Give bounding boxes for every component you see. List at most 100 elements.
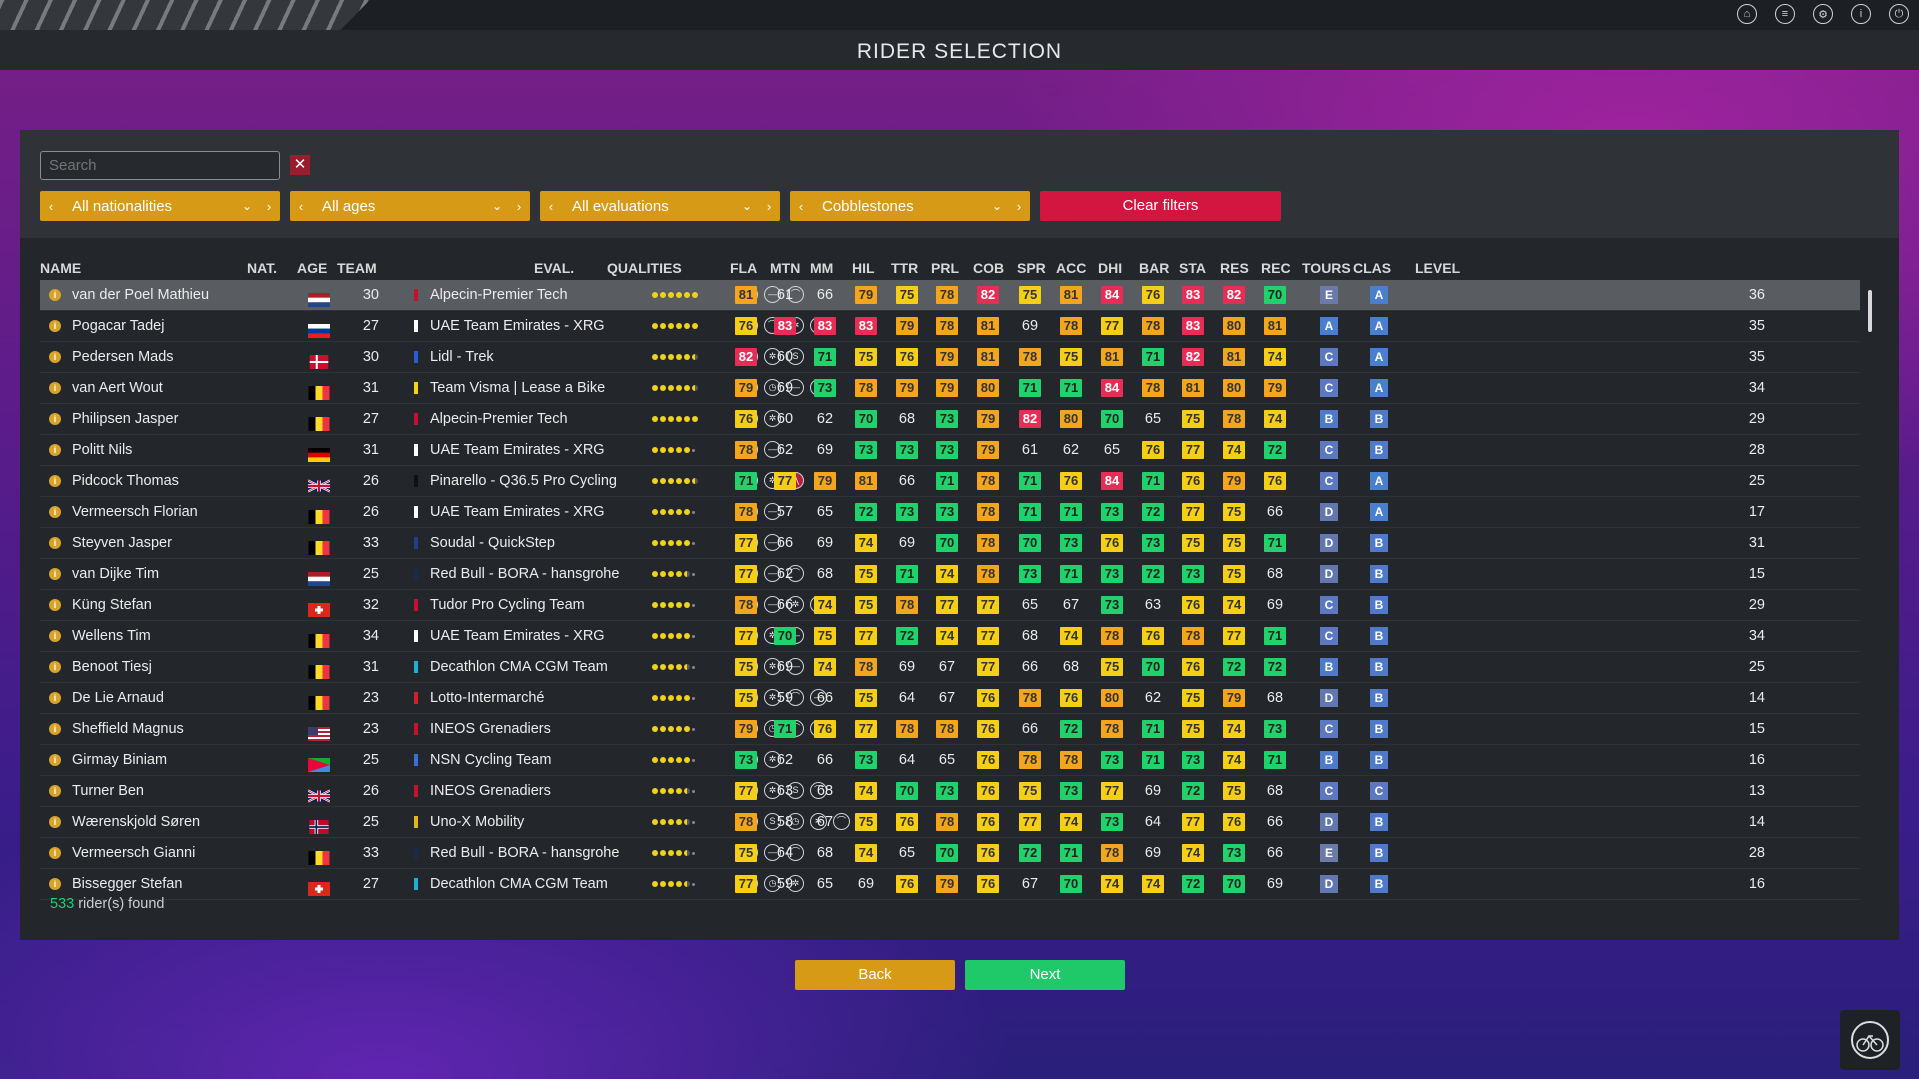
table-row[interactable]: iSteyven Jasper33Soudal - QuickStep✲—776… bbox=[40, 528, 1860, 559]
table-row[interactable]: iPedersen Mads30Lidl - Trek—✲S8260717576… bbox=[40, 342, 1860, 373]
column-header-ttr[interactable]: TTR bbox=[891, 260, 918, 276]
info-icon[interactable]: i bbox=[49, 444, 61, 456]
nationality-dropdown[interactable]: ‹ All nationalities ⌄ › bbox=[40, 191, 280, 221]
evaluation-dropdown[interactable]: ‹ All evaluations ⌄ › bbox=[540, 191, 780, 221]
table-row[interactable]: iPogacar Tadej27UAE Team Emirates - XRG⋀… bbox=[40, 311, 1860, 342]
info-icon[interactable]: i bbox=[49, 413, 61, 425]
info-icon[interactable]: i bbox=[49, 754, 61, 766]
table-row[interactable]: iWellens Tim34UAE Team Emirates - XRG⌒✲—… bbox=[40, 621, 1860, 652]
column-header-tours[interactable]: TOURS bbox=[1302, 260, 1351, 276]
stat-res: 75 bbox=[1223, 782, 1245, 800]
column-header-spr[interactable]: SPR bbox=[1017, 260, 1046, 276]
table-row[interactable]: iDe Lie Arnaud23Lotto-IntermarchéS✲⌒—755… bbox=[40, 683, 1860, 714]
column-header-fla[interactable]: FLA bbox=[730, 260, 757, 276]
eval-dot bbox=[660, 385, 666, 391]
info-icon[interactable]: i bbox=[49, 475, 61, 487]
column-header-acc[interactable]: ACC bbox=[1056, 260, 1086, 276]
table-row[interactable]: iPhilipsen Jasper27Alpecin-Premier TechS… bbox=[40, 404, 1860, 435]
table-row[interactable]: iTurner Ben26INEOS Grenadiers—✲S⌒7763687… bbox=[40, 776, 1860, 807]
table-row[interactable]: iPolitt Nils31UAE Team Emirates - XRG✲—7… bbox=[40, 435, 1860, 466]
column-header-name[interactable]: NAME bbox=[40, 260, 81, 276]
back-button[interactable]: Back bbox=[795, 960, 955, 990]
info-icon[interactable]: i bbox=[49, 847, 61, 859]
stat-sta: 83 bbox=[1182, 317, 1204, 335]
next-arrow-icon[interactable]: › bbox=[1008, 199, 1030, 214]
info-icon[interactable]: i bbox=[49, 320, 61, 332]
info-icon[interactable]: i bbox=[49, 661, 61, 673]
table-row[interactable]: i Vermeersch Florian 26 UAE Team Emirates -… bbox=[40, 497, 1860, 528]
table-row[interactable]: i Bissegger Stefan 27 Decathlon CMA CGM Tea… bbox=[40, 869, 1860, 900]
column-header-res[interactable]: RES bbox=[1220, 260, 1249, 276]
table-row[interactable]: iGirmay Biniam25NSN Cycling TeamS✲736266… bbox=[40, 745, 1860, 776]
table-row[interactable]: i van der Poel Mathieu 30 Alpecin-Premier T… bbox=[40, 280, 1860, 311]
column-header-qualities[interactable]: QUALITIES bbox=[607, 260, 682, 276]
next-arrow-icon[interactable]: › bbox=[758, 199, 780, 214]
settings-icon[interactable]: ⚙ bbox=[1813, 4, 1833, 24]
column-header-sta[interactable]: STA bbox=[1179, 260, 1206, 276]
home-icon[interactable]: ⌂ bbox=[1737, 4, 1757, 24]
info-icon[interactable]: i bbox=[49, 568, 61, 580]
menu-icon[interactable]: ≡ bbox=[1775, 4, 1795, 24]
rider-age: 33 bbox=[362, 535, 379, 551]
power-icon[interactable]: ⏻ bbox=[1889, 4, 1909, 24]
prev-arrow-icon[interactable]: ‹ bbox=[290, 199, 312, 214]
column-header-rec[interactable]: REC bbox=[1261, 260, 1291, 276]
info-icon[interactable]: i bbox=[49, 816, 61, 828]
next-arrow-icon[interactable]: › bbox=[258, 199, 280, 214]
info-icon[interactable]: i bbox=[49, 537, 61, 549]
table-row[interactable]: iWærenskjold Søren25Uno-X Mobility—S◷✲⌒7… bbox=[40, 807, 1860, 838]
stat-mtn: 62 bbox=[776, 566, 794, 582]
table-row[interactable]: iSheffield Magnus23INEOS Grenadiers—◷⌒✲7… bbox=[40, 714, 1860, 745]
age-dropdown[interactable]: ‹ All ages ⌄ › bbox=[290, 191, 530, 221]
scrollbar[interactable] bbox=[1867, 280, 1873, 870]
search-input[interactable] bbox=[40, 151, 280, 180]
clear-filters-button[interactable]: Clear filters bbox=[1040, 191, 1281, 221]
info-icon[interactable]: i bbox=[49, 506, 61, 518]
info-icon[interactable]: i bbox=[49, 599, 61, 611]
column-header-eval[interactable]: EVAL. bbox=[534, 260, 574, 276]
column-header-cob[interactable]: COB bbox=[973, 260, 1004, 276]
table-row[interactable]: i van Dijke Tim 25 Red Bull - BORA - hansgr… bbox=[40, 559, 1860, 590]
info-icon[interactable]: i bbox=[49, 878, 61, 890]
column-header-clas[interactable]: CLAS bbox=[1353, 260, 1391, 276]
stat-rec: 73 bbox=[1264, 720, 1286, 738]
column-header-hil[interactable]: HIL bbox=[852, 260, 875, 276]
column-header-team[interactable]: TEAM bbox=[337, 260, 377, 276]
table-header: NAME NAT. AGE TEAM EVAL. QUALITIES FLA MTN MM HIL… bbox=[40, 252, 1860, 280]
column-header-mm[interactable]: MM bbox=[810, 260, 833, 276]
clear-search-button[interactable]: ✕ bbox=[290, 155, 310, 175]
info-icon[interactable]: i bbox=[49, 785, 61, 797]
info-icon[interactable]: i bbox=[49, 692, 61, 704]
eval-dot bbox=[684, 633, 690, 639]
prev-arrow-icon[interactable]: ‹ bbox=[540, 199, 562, 214]
info-icon[interactable]: i bbox=[49, 351, 61, 363]
column-header-mtn[interactable]: MTN bbox=[770, 260, 800, 276]
column-header-prl[interactable]: PRL bbox=[931, 260, 959, 276]
next-button[interactable]: Next bbox=[965, 960, 1125, 990]
type-dropdown[interactable]: ‹ Cobblestones ⌄ › bbox=[790, 191, 1030, 221]
table-row[interactable]: iKüng Stefan32Tudor Pro Cycling Team◷—✲⌒… bbox=[40, 590, 1860, 621]
column-header-nat[interactable]: NAT. bbox=[247, 260, 277, 276]
prev-arrow-icon[interactable]: ‹ bbox=[40, 199, 62, 214]
info-icon[interactable]: i bbox=[49, 723, 61, 735]
table-row[interactable]: i Pidcock Thomas 26 Pinarello - Q36.5 Pro C… bbox=[40, 466, 1860, 497]
table-row[interactable]: i van Aert Wout 31 Team Visma | Lease a Bik… bbox=[40, 373, 1860, 404]
prev-arrow-icon[interactable]: ‹ bbox=[790, 199, 812, 214]
table-row[interactable]: iBenoot Tiesj31Decathlon CMA CGM Team⌒✲—… bbox=[40, 652, 1860, 683]
column-header-age[interactable]: AGE bbox=[297, 260, 327, 276]
info-icon[interactable]: i bbox=[49, 382, 61, 394]
team-color-marker bbox=[414, 382, 418, 394]
next-arrow-icon[interactable]: › bbox=[508, 199, 530, 214]
scrollbar-thumb[interactable] bbox=[1868, 290, 1872, 332]
flag-be-icon bbox=[308, 505, 330, 524]
info-icon[interactable]: i bbox=[49, 630, 61, 642]
column-header-bar[interactable]: BAR bbox=[1139, 260, 1169, 276]
column-header-level[interactable]: LEVEL bbox=[1415, 260, 1460, 276]
info-icon[interactable]: i bbox=[1851, 4, 1871, 24]
table-row[interactable]: i Vermeersch Gianni 33 Red Bull - BORA - ha… bbox=[40, 838, 1860, 869]
stat-bar: 78 bbox=[1142, 379, 1164, 397]
stat-res: 75 bbox=[1223, 503, 1245, 521]
info-icon[interactable]: i bbox=[49, 289, 61, 301]
cycling-logo-icon[interactable] bbox=[1840, 1010, 1900, 1070]
column-header-dhi[interactable]: DHI bbox=[1098, 260, 1122, 276]
